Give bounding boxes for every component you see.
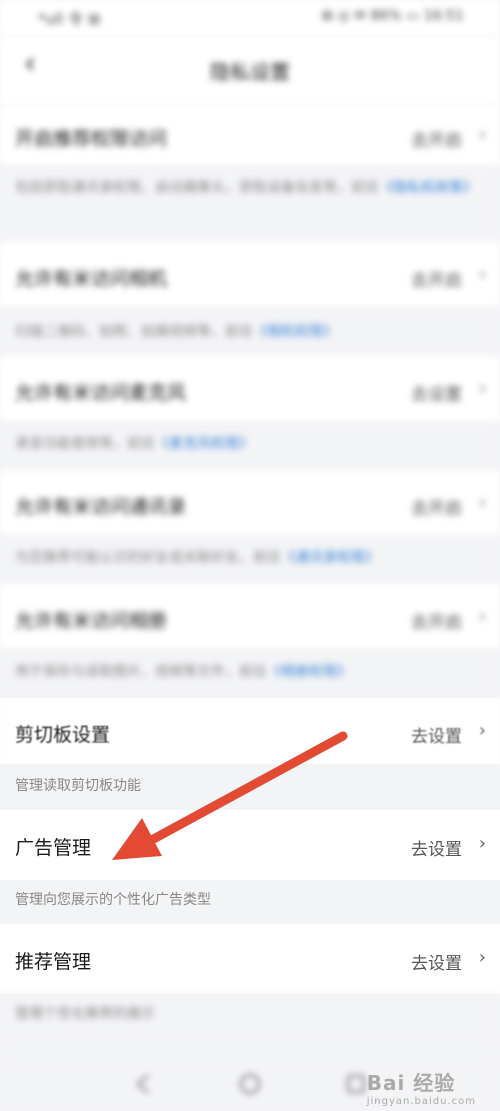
desc-text: 管理读取剪切板功能: [15, 778, 141, 794]
permission-desc-contacts: 为您推荐可能认识的好友或关联好友，前往《通讯录权限》: [0, 536, 500, 584]
go-settings-button[interactable]: 去设置: [411, 835, 462, 860]
watermark-brand: Bai 经验: [366, 1071, 456, 1095]
permission-desc-camera: 扫描二维码、拍照、拍摄视频等，前往《相机权限》: [0, 308, 500, 356]
row-label: 允许有米访问通讯录: [15, 496, 187, 518]
status-right-info: ⊞ ◎ ✉ 86% ▭ 16:51: [321, 8, 464, 24]
permission-row-contacts[interactable]: 允许有米访问通讯录 去开启 ›: [0, 470, 500, 536]
permission-desc-recommend: 包括获取通讯录权限、启动摄像头，获取设备信息等，前往《隐私权政策》: [0, 166, 500, 242]
policy-link[interactable]: 《通讯录权限》: [281, 550, 379, 566]
go-settings-button[interactable]: 去设置: [411, 949, 462, 974]
chevron-right-icon: ›: [478, 947, 486, 968]
chevron-right-icon: ›: [478, 124, 486, 145]
ad-management-row[interactable]: 广告管理 去设置 ›: [0, 810, 500, 880]
page-title: 隐私设置: [210, 60, 290, 84]
policy-link[interactable]: 《隐私权政策》: [379, 180, 477, 196]
chevron-right-icon: ›: [478, 264, 486, 285]
desc-text: 用于保存与读取图片、视频等文件，前往: [15, 664, 267, 680]
permission-desc-microphone: 录音功能使用等，前往《麦克风权限》: [0, 422, 500, 470]
row-label: 允许有米访问相册: [15, 610, 168, 632]
desc-text: 录音功能使用等，前往: [15, 436, 155, 452]
row-action[interactable]: 去开启: [411, 126, 462, 151]
nav-back-icon[interactable]: [130, 1070, 158, 1098]
watermark-url: jingyan.baidu.com: [366, 1096, 476, 1107]
desc-text: 管理个性化推荐的展示: [15, 1006, 155, 1022]
chevron-right-icon: ›: [478, 833, 486, 854]
chevron-right-icon: ›: [478, 720, 486, 741]
row-action[interactable]: 去开启: [411, 608, 462, 633]
desc-text: 管理向您展示的个性化广告类型: [15, 892, 211, 908]
recommend-management-desc: 管理个性化推荐的展示: [0, 994, 500, 1044]
row-action[interactable]: 去开启: [411, 494, 462, 519]
recommend-management-row[interactable]: 推荐管理 去设置 ›: [0, 924, 500, 994]
row-label: 推荐管理: [15, 951, 92, 973]
desc-text: 包括获取通讯录权限、启动摄像头，获取设备信息等，前往: [15, 180, 379, 196]
navigation-bar: ‹ 隐私设置: [0, 36, 500, 106]
row-label: 广告管理: [15, 837, 92, 859]
permission-row-recommend[interactable]: 开启推荐权限访问 去开启 ›: [0, 106, 500, 166]
row-action[interactable]: 去开启: [411, 266, 462, 291]
row-label: 允许有米访问相机: [15, 268, 168, 290]
signal-indicator: *ull 令 ⊞: [38, 10, 101, 28]
chevron-right-icon: ›: [478, 606, 486, 627]
row-action[interactable]: 去设置: [411, 380, 462, 405]
desc-text: 扫描二维码、拍照、拍摄视频等，前往: [15, 324, 253, 340]
policy-link[interactable]: 《相机权限》: [253, 324, 337, 340]
clipboard-settings-row[interactable]: 剪切板设置 去设置 ›: [0, 698, 500, 764]
chevron-right-icon: ›: [478, 378, 486, 399]
permission-row-camera[interactable]: 允许有米访问相机 去开启 ›: [0, 242, 500, 308]
go-settings-button[interactable]: 去设置: [411, 722, 462, 747]
baidu-jingyan-watermark: Bai 经验 jingyan.baidu.com: [367, 1067, 476, 1107]
policy-link[interactable]: 《麦克风权限》: [155, 436, 253, 452]
chevron-right-icon: ›: [478, 492, 486, 513]
permission-row-album[interactable]: 允许有米访问相册 去开启 ›: [0, 584, 500, 650]
nav-home-icon[interactable]: [236, 1070, 264, 1098]
permission-desc-album: 用于保存与读取图片、视频等文件，前往《相册权限》: [0, 650, 500, 698]
permission-row-microphone[interactable]: 允许有米访问麦克风 去设置 ›: [0, 356, 500, 422]
clipboard-settings-desc: 管理读取剪切板功能: [0, 764, 500, 810]
desc-text: 为您推荐可能认识的好友或关联好友，前往: [15, 550, 281, 566]
policy-link[interactable]: 《相册权限》: [267, 664, 351, 680]
row-label: 允许有米访问麦克风: [15, 382, 187, 404]
status-bar: *ull 令 ⊞ ⊞ ◎ ✉ 86% ▭ 16:51: [0, 0, 500, 36]
row-label: 剪切板设置: [15, 724, 111, 746]
ad-management-desc: 管理向您展示的个性化广告类型: [0, 880, 500, 924]
row-label: 开启推荐权限访问: [15, 128, 168, 150]
